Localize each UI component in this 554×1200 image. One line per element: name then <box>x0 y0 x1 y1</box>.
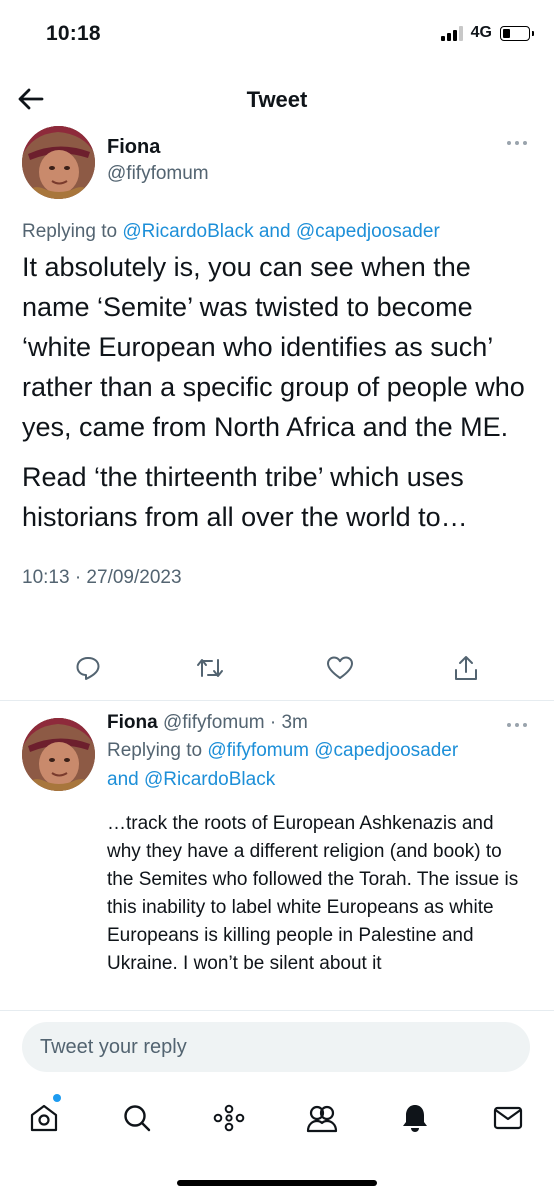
mention-link[interactable]: @RicardoBlack <box>122 221 253 242</box>
avatar[interactable] <box>22 126 95 199</box>
home-icon <box>30 1104 58 1132</box>
tab-search[interactable] <box>117 1098 157 1138</box>
mention-link[interactable]: @RicardoBlack <box>144 769 275 790</box>
tweet-timestamp[interactable]: 10:13 · 27/09/2023 <box>22 567 534 589</box>
search-icon <box>124 1105 151 1132</box>
mention-link[interactable]: @fifyfomum <box>207 740 309 761</box>
status-indicators: 4G <box>440 24 534 42</box>
reply-icon <box>76 657 100 680</box>
share-button[interactable] <box>448 650 484 686</box>
status-bar: 10:18 4G <box>0 0 554 70</box>
reply-input[interactable] <box>22 1022 530 1072</box>
nav-header: Tweet <box>0 72 554 126</box>
tab-spaces[interactable] <box>209 1098 249 1138</box>
retweet-icon <box>197 659 223 677</box>
reply-header: Fiona @fifyfomum · 3m <box>107 712 522 734</box>
like-button[interactable] <box>322 650 358 686</box>
battery-icon <box>500 25 534 41</box>
tab-home[interactable] <box>24 1098 64 1138</box>
new-content-dot <box>53 1094 61 1102</box>
avatar-image <box>22 718 95 791</box>
heart-icon <box>327 656 353 679</box>
home-indicator[interactable] <box>177 1180 377 1186</box>
retweet-button[interactable] <box>192 650 228 686</box>
tab-notifications[interactable] <box>395 1098 435 1138</box>
more-horizontal-icon[interactable] <box>506 722 528 728</box>
replying-to: Replying to @fifyfomum @capedjoosader and… <box>107 740 459 790</box>
tweet-age: · 3m <box>264 712 308 733</box>
avatar[interactable] <box>22 718 95 791</box>
tweet-text-paragraph: Read ‘the thirteenth tribe’ which uses h… <box>22 462 468 532</box>
tab-communities[interactable] <box>302 1098 342 1138</box>
tab-messages[interactable] <box>488 1098 528 1138</box>
reply-content: Fiona @fifyfomum · 3m Replying to @fifyf… <box>107 712 522 978</box>
author-handle[interactable]: @fifyfomum <box>107 163 209 185</box>
avatar-image <box>22 126 95 199</box>
reply-text: …track the roots of European Ashkenazis … <box>107 813 519 974</box>
compose-reply <box>22 1022 530 1072</box>
envelope-icon <box>493 1106 523 1130</box>
main-tweet[interactable]: Fiona @fifyfomum Replying to @RicardoBla… <box>22 126 534 589</box>
divider <box>0 1010 554 1011</box>
page-title: Tweet <box>246 87 308 112</box>
reply-button[interactable] <box>70 650 106 686</box>
more-horizontal-icon[interactable] <box>506 140 528 146</box>
tweet-text-paragraph: It absolutely is, you can see when the n… <box>22 252 525 442</box>
bell-icon <box>403 1105 427 1132</box>
share-icon <box>455 656 477 680</box>
communities-icon <box>306 1105 338 1133</box>
author-name[interactable]: Fiona <box>107 712 158 733</box>
divider <box>0 700 554 701</box>
author-text: Fiona @fifyfomum <box>107 136 209 185</box>
network-type: 4G <box>470 24 492 41</box>
author-name[interactable]: Fiona <box>107 136 209 159</box>
bottom-tab-bar <box>0 1090 554 1150</box>
spaces-icon <box>213 1104 245 1132</box>
status-time: 10:18 <box>46 22 101 45</box>
tweet-author: Fiona @fifyfomum <box>22 126 534 199</box>
tweet-actions <box>0 650 554 690</box>
mention-link[interactable]: @capedjoosader <box>296 221 440 242</box>
replying-to: Replying to @RicardoBlack and @capedjoos… <box>22 221 440 242</box>
signal-icon <box>440 25 463 41</box>
author-handle[interactable]: @fifyfomum <box>158 712 265 733</box>
mention-link[interactable]: @capedjoosader <box>309 740 458 761</box>
